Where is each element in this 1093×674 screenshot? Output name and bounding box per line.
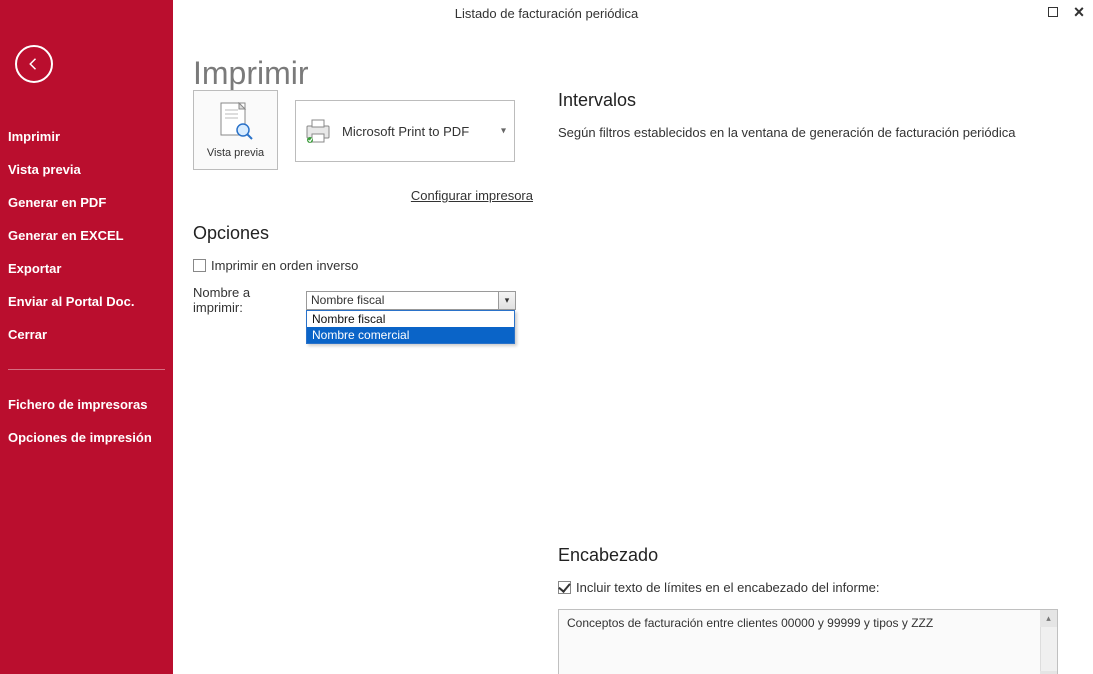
chevron-down-icon: ▾ xyxy=(498,292,515,309)
opciones-section: Opciones Imprimir en orden inverso Nombr… xyxy=(193,223,533,315)
reverse-order-label: Imprimir en orden inverso xyxy=(211,258,358,273)
header-text-value: Conceptos de facturación entre clientes … xyxy=(567,616,933,630)
window-controls: × xyxy=(1045,4,1087,20)
left-column: Vista previa Microsoft Print to PDF ▾ Co… xyxy=(193,90,533,315)
combo-option-nombre-comercial[interactable]: Nombre comercial xyxy=(307,327,514,343)
opciones-heading: Opciones xyxy=(193,223,533,244)
back-button[interactable] xyxy=(15,45,53,83)
sidebar-separator xyxy=(8,369,165,370)
app-window: Listado de facturación periódica × Impri… xyxy=(0,0,1093,674)
preview-button[interactable]: Vista previa xyxy=(193,90,278,170)
sidebar-item-generar-excel[interactable]: Generar en EXCEL xyxy=(8,219,165,252)
include-limits-checkbox[interactable] xyxy=(558,581,571,594)
name-to-print-value: Nombre fiscal xyxy=(311,293,384,307)
arrow-left-icon xyxy=(25,55,43,73)
restore-icon xyxy=(1048,7,1058,17)
intervalos-heading: Intervalos xyxy=(558,90,1078,111)
name-to-print-combobox[interactable]: Nombre fiscal ▾ xyxy=(306,291,516,310)
printer-selector[interactable]: Microsoft Print to PDF ▾ xyxy=(295,100,515,162)
name-to-print-label: Nombre a imprimir: xyxy=(193,285,296,315)
reverse-order-checkbox[interactable] xyxy=(193,259,206,272)
sidebar-item-vista-previa[interactable]: Vista previa xyxy=(8,153,165,186)
scrollbar[interactable]: ▴ ▾ xyxy=(1040,610,1057,674)
combo-option-nombre-fiscal[interactable]: Nombre fiscal xyxy=(307,311,514,327)
right-column: Intervalos Según filtros establecidos en… xyxy=(558,90,1078,180)
include-limits-row: Incluir texto de límites en el encabezad… xyxy=(558,580,1068,595)
reverse-order-row: Imprimir en orden inverso xyxy=(193,258,533,273)
document-magnifier-icon xyxy=(218,102,254,142)
sidebar-menu: Imprimir Vista previa Generar en PDF Gen… xyxy=(8,120,165,454)
configure-printer-link[interactable]: Configurar impresora xyxy=(193,188,533,203)
preview-row: Vista previa Microsoft Print to PDF ▾ xyxy=(193,90,533,170)
printer-icon xyxy=(304,118,332,144)
page-title: Imprimir xyxy=(193,55,1093,92)
sidebar-item-imprimir[interactable]: Imprimir xyxy=(8,120,165,153)
printer-name: Microsoft Print to PDF xyxy=(342,124,469,139)
close-icon: × xyxy=(1074,5,1085,19)
encabezado-section: Encabezado Incluir texto de límites en e… xyxy=(558,545,1068,674)
restore-button[interactable] xyxy=(1045,4,1061,20)
sidebar-item-opciones-impresion[interactable]: Opciones de impresión xyxy=(8,421,165,454)
name-to-print-combo: Nombre fiscal ▾ Nombre fiscal Nombre com… xyxy=(306,291,516,310)
sidebar-item-generar-pdf[interactable]: Generar en PDF xyxy=(8,186,165,219)
sidebar: Imprimir Vista previa Generar en PDF Gen… xyxy=(0,0,173,674)
intervalos-text: Según filtros establecidos en la ventana… xyxy=(558,125,1078,140)
preview-button-label: Vista previa xyxy=(207,147,264,159)
include-limits-label: Incluir texto de límites en el encabezad… xyxy=(576,580,880,595)
header-text-area[interactable]: Conceptos de facturación entre clientes … xyxy=(558,609,1058,674)
name-to-print-dropdown: Nombre fiscal Nombre comercial xyxy=(306,310,515,344)
scroll-up-icon: ▴ xyxy=(1040,610,1057,627)
chevron-down-icon: ▾ xyxy=(501,126,506,137)
encabezado-heading: Encabezado xyxy=(558,545,1068,566)
sidebar-item-cerrar[interactable]: Cerrar xyxy=(8,318,165,351)
name-to-print-row: Nombre a imprimir: Nombre fiscal ▾ Nombr… xyxy=(193,285,533,315)
main-panel: Imprimir Vista previa xyxy=(173,30,1093,674)
sidebar-item-enviar-portal[interactable]: Enviar al Portal Doc. xyxy=(8,285,165,318)
sidebar-item-fichero-impresoras[interactable]: Fichero de impresoras xyxy=(8,388,165,421)
close-button[interactable]: × xyxy=(1071,4,1087,20)
sidebar-item-exportar[interactable]: Exportar xyxy=(8,252,165,285)
